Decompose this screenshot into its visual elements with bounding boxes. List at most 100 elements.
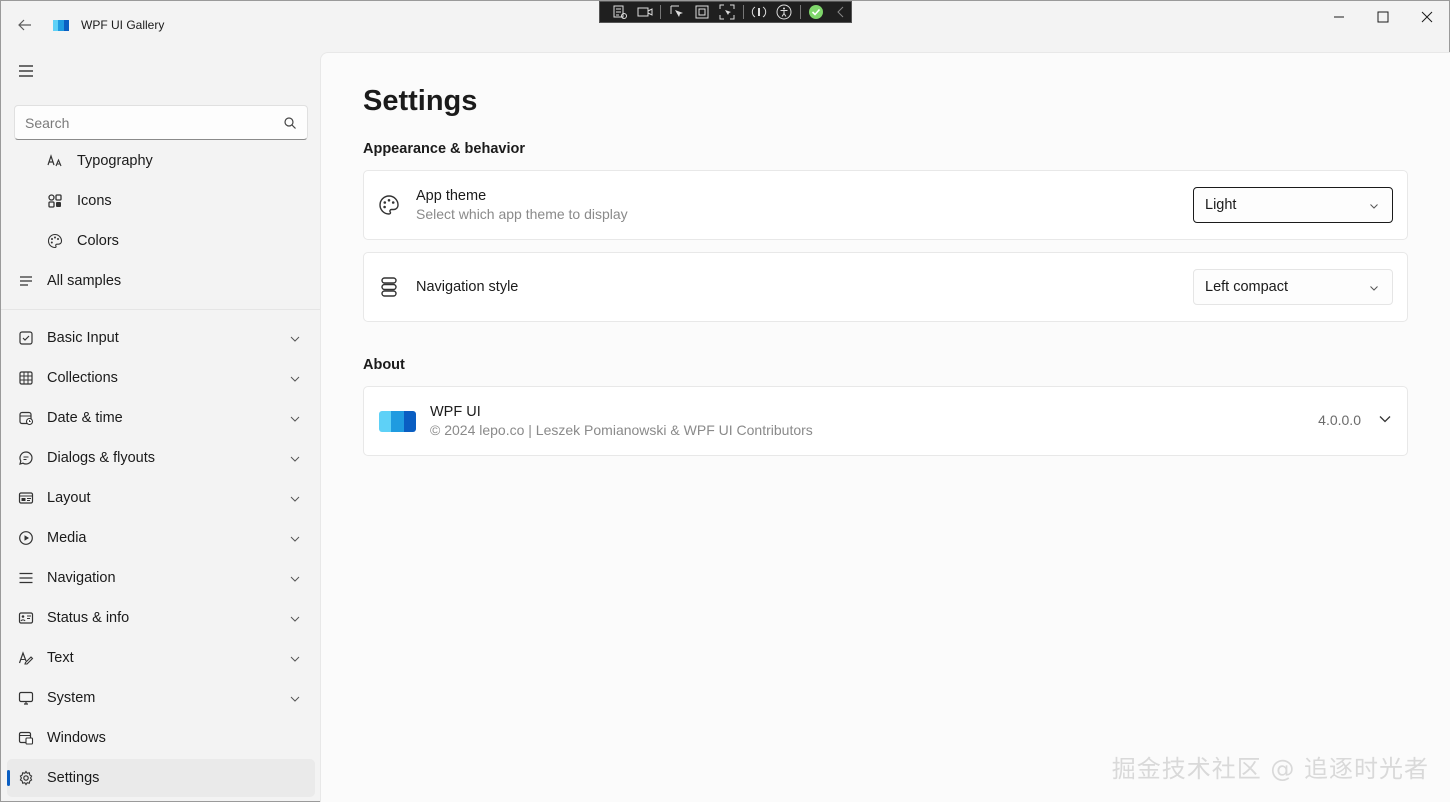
arrow-left-icon <box>18 19 31 31</box>
track-focus-button[interactable] <box>717 3 736 21</box>
adorner-icon <box>695 5 709 19</box>
sidebar-item-media[interactable]: Media <box>7 519 315 557</box>
search-input[interactable] <box>25 106 275 139</box>
sidebar-item-icons[interactable]: Icons <box>7 182 315 220</box>
close-button[interactable] <box>1405 1 1449 33</box>
maximize-icon <box>1377 11 1389 23</box>
sidebar-item-basic-input[interactable]: Basic Input <box>7 319 315 357</box>
navigation-style-dropdown[interactable]: Left compact <box>1193 269 1393 305</box>
sidebar-item-label: System <box>47 690 96 706</box>
app-theme-selected-value: Light <box>1205 197 1237 213</box>
sidebar-item-typography[interactable]: Typography <box>7 142 315 180</box>
content-area: Settings Appearance & behavior App theme… <box>320 52 1450 802</box>
sidebar-item-label: Collections <box>47 370 118 386</box>
sidebar-item-label: Windows <box>47 730 106 746</box>
toolbar-separator <box>660 5 662 19</box>
wpf-ui-logo-icon <box>379 411 416 432</box>
chevron-down-icon <box>290 416 300 422</box>
chevron-down-icon <box>290 576 300 582</box>
sidebar-item-all-samples[interactable]: All samples <box>7 262 315 300</box>
layout-icon <box>18 490 34 506</box>
chevron-down-icon[interactable] <box>1377 411 1393 427</box>
chevron-down-icon <box>1370 204 1378 209</box>
gear-icon <box>18 770 34 786</box>
chevron-down-icon <box>290 336 300 342</box>
palette-icon <box>379 195 399 215</box>
menu-toggle-button[interactable] <box>14 59 38 83</box>
hot-reload-button[interactable] <box>750 3 769 21</box>
app-theme-title: App theme <box>416 188 487 204</box>
section-heading-appearance: Appearance & behavior <box>363 141 525 157</box>
chevron-left-icon <box>837 6 844 18</box>
hamburger-icon <box>19 65 33 77</box>
selection-indicator <box>7 770 10 786</box>
accessibility-icon <box>776 4 792 20</box>
status-ok-button[interactable] <box>807 3 826 21</box>
sidebar-item-label: Icons <box>77 193 112 209</box>
window-title: WPF UI Gallery <box>81 18 165 32</box>
search-icon[interactable] <box>283 116 297 130</box>
navigation-style-card: Navigation style Left compact <box>363 252 1408 322</box>
page-title: Settings <box>363 85 478 117</box>
about-card[interactable]: WPF UI © 2024 lepo.co | Leszek Pomianows… <box>363 386 1408 456</box>
about-product-name: WPF UI <box>430 404 481 420</box>
sidebar-item-label: Date & time <box>47 410 123 426</box>
sidebar-item-label: Typography <box>77 153 153 169</box>
accessibility-button[interactable] <box>775 3 794 21</box>
sidebar-item-collections[interactable]: Collections <box>7 359 315 397</box>
layout-adorner-button[interactable] <box>692 3 711 21</box>
hot-reload-icon <box>751 6 767 18</box>
navigation-icon <box>18 570 34 586</box>
chevron-down-icon <box>290 536 300 542</box>
search-box[interactable] <box>14 105 308 140</box>
calendar-clock-icon <box>18 410 34 426</box>
sidebar-item-text[interactable]: Text <box>7 639 315 677</box>
sidebar-item-colors[interactable]: Colors <box>7 222 315 260</box>
chevron-down-icon <box>290 376 300 382</box>
sidebar-divider <box>1 309 320 310</box>
monitor-icon <box>18 690 34 706</box>
sidebar-item-date-time[interactable]: Date & time <box>7 399 315 437</box>
chevron-down-icon <box>290 696 300 702</box>
sidebar-item-label: Basic Input <box>47 330 119 346</box>
sidebar-item-system[interactable]: System <box>7 679 315 717</box>
section-heading-about: About <box>363 357 405 373</box>
visual-tree-icon <box>613 5 627 19</box>
checkbox-icon <box>18 330 34 346</box>
focus-icon <box>719 4 735 20</box>
cursor-select-icon <box>670 5 683 17</box>
sidebar-item-label: All samples <box>47 273 122 289</box>
sidebar-item-settings[interactable]: Settings <box>7 759 315 797</box>
text-pen-icon <box>18 650 34 666</box>
close-icon <box>1421 11 1433 23</box>
sidebar-item-status-info[interactable]: Status & info <box>7 599 315 637</box>
sidebar-item-label: Media <box>47 530 87 546</box>
minimize-button[interactable] <box>1317 1 1361 33</box>
collapse-toolbar-button[interactable] <box>832 3 851 21</box>
icons-icon <box>47 193 63 209</box>
sidebar-item-layout[interactable]: Layout <box>7 479 315 517</box>
app-theme-card: App theme Select which app theme to disp… <box>363 170 1408 240</box>
sidebar-item-label: Colors <box>77 233 119 249</box>
back-button[interactable] <box>13 13 37 37</box>
sidebar-item-navigation[interactable]: Navigation <box>7 559 315 597</box>
sidebar-item-windows[interactable]: Windows <box>7 719 315 757</box>
chevron-down-icon <box>290 616 300 622</box>
select-element-button[interactable] <box>667 3 686 21</box>
grid-icon <box>18 370 34 386</box>
typography-icon <box>47 153 63 169</box>
live-visual-tree-button[interactable] <box>610 3 629 21</box>
chevron-down-icon <box>290 456 300 462</box>
chevron-down-icon <box>290 656 300 662</box>
sidebar-item-label: Status & info <box>47 610 130 626</box>
video-icon <box>637 7 653 17</box>
toolbar-separator <box>799 5 801 19</box>
check-circle-icon <box>809 5 824 19</box>
app-theme-dropdown[interactable]: Light <box>1193 187 1393 223</box>
sidebar-item-label: Text <box>47 650 74 666</box>
app-theme-subtitle: Select which app theme to display <box>416 206 628 222</box>
maximize-button[interactable] <box>1361 1 1405 33</box>
sidebar-item-dialogs-flyouts[interactable]: Dialogs & flyouts <box>7 439 315 477</box>
status-icon <box>18 610 34 626</box>
record-button[interactable] <box>635 3 654 21</box>
